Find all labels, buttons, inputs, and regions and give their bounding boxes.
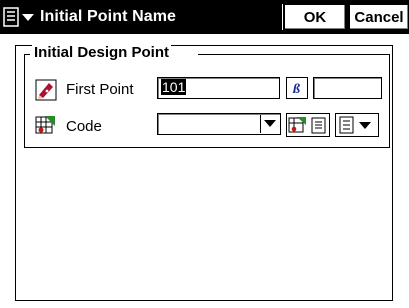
window-title: Initial Point Name	[40, 8, 177, 25]
code-label: Code	[66, 118, 102, 135]
first-point-extra-input[interactable]	[313, 77, 382, 99]
cancel-button[interactable]: Cancel	[349, 4, 409, 30]
group-title: Initial Design Point	[32, 44, 172, 61]
window-menu-button[interactable]	[2, 4, 38, 30]
code-list-button-icon	[288, 117, 326, 134]
chevron-down-icon[interactable]	[260, 115, 279, 133]
settings-dropdown-button[interactable]	[335, 113, 379, 137]
settings-icon	[339, 116, 371, 134]
chevron-down-icon	[22, 14, 34, 21]
title-bar: Initial Point Name OK Cancel	[0, 0, 409, 34]
code-select[interactable]	[157, 113, 281, 135]
title-separator	[282, 4, 283, 30]
menu-list-icon	[3, 7, 34, 27]
svg-text:ß: ß	[292, 82, 300, 96]
point-pencil-icon[interactable]	[35, 79, 57, 101]
ok-button[interactable]: OK	[284, 4, 346, 30]
code-list-button[interactable]	[286, 113, 330, 137]
code-list-icon[interactable]	[35, 114, 57, 136]
script-icon: ß	[292, 82, 300, 96]
point-list-button[interactable]: ß	[286, 77, 308, 99]
first-point-value: 101	[161, 79, 187, 95]
first-point-input[interactable]: 101	[157, 77, 280, 99]
first-point-label: First Point	[66, 81, 134, 98]
